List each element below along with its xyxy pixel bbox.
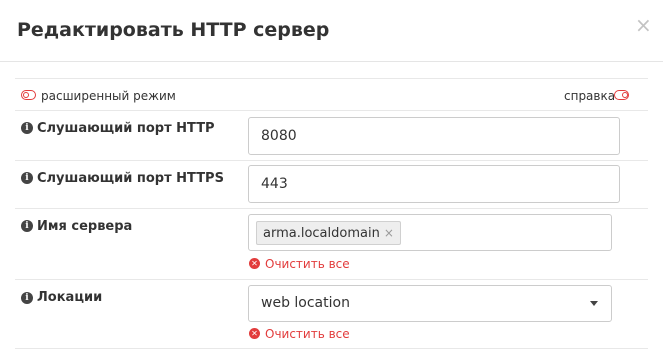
advanced-mode-toggle-icon[interactable] bbox=[21, 90, 36, 100]
help-label[interactable]: справка bbox=[564, 89, 615, 103]
locations-select[interactable]: web location bbox=[248, 285, 612, 322]
locations-selected-value: web location bbox=[261, 295, 350, 311]
server-name-chip-label: arma.localdomain bbox=[263, 226, 380, 241]
server-name-label: Имя сервера bbox=[37, 219, 133, 234]
divider bbox=[15, 78, 648, 79]
clear-icon[interactable]: ✕ bbox=[249, 258, 260, 269]
http-port-value: 8080 bbox=[261, 128, 297, 144]
clear-icon[interactable]: ✕ bbox=[249, 328, 260, 339]
http-port-input[interactable]: 8080 bbox=[248, 117, 620, 155]
divider bbox=[15, 348, 648, 349]
help-toggle-icon[interactable] bbox=[614, 90, 629, 100]
divider bbox=[15, 279, 648, 280]
info-icon[interactable]: i bbox=[21, 122, 33, 134]
server-name-chip[interactable]: arma.localdomain × bbox=[256, 221, 401, 245]
https-port-input[interactable]: 443 bbox=[248, 165, 620, 203]
divider bbox=[15, 160, 648, 161]
dialog-header: Редактировать HTTP сервер × bbox=[0, 0, 663, 62]
divider bbox=[15, 110, 648, 111]
divider bbox=[15, 208, 648, 209]
server-name-clear-all[interactable]: Очистить все bbox=[265, 257, 350, 271]
http-port-label: Слушающий порт HTTP bbox=[37, 121, 215, 136]
chip-remove-icon[interactable]: × bbox=[384, 226, 394, 240]
advanced-mode-label[interactable]: расширенный режим bbox=[41, 89, 176, 103]
close-icon[interactable]: × bbox=[635, 14, 652, 36]
locations-label: Локации bbox=[37, 290, 103, 305]
locations-clear-all[interactable]: Очистить все bbox=[265, 327, 350, 341]
https-port-label: Слушающий порт HTTPS bbox=[37, 171, 224, 186]
server-name-tag-input[interactable]: arma.localdomain × bbox=[248, 214, 612, 251]
info-icon[interactable]: i bbox=[21, 292, 33, 304]
info-icon[interactable]: i bbox=[21, 172, 33, 184]
dialog-title: Редактировать HTTP сервер bbox=[17, 19, 330, 41]
info-icon[interactable]: i bbox=[21, 220, 33, 232]
https-port-value: 443 bbox=[261, 176, 288, 192]
chevron-down-icon[interactable] bbox=[590, 301, 598, 306]
